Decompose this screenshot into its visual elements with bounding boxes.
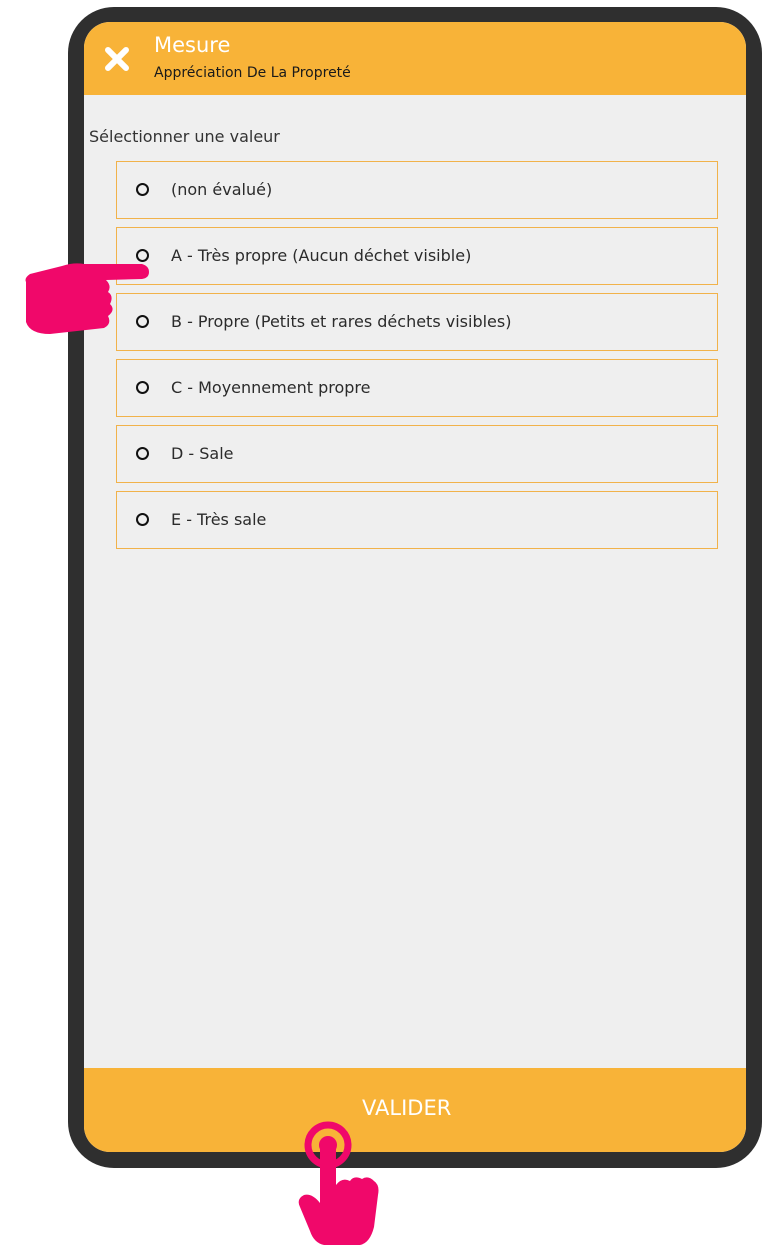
option-label: C - Moyennement propre — [171, 378, 371, 397]
device-frame: Mesure Appréciation De La Propreté Sélec… — [68, 7, 762, 1168]
tap-hand-icon — [298, 1121, 379, 1245]
option-label: A - Très propre (Aucun déchet visible) — [171, 246, 472, 265]
close-icon[interactable] — [102, 44, 132, 74]
option-label: B - Propre (Petits et rares déchets visi… — [171, 312, 512, 331]
option-label: (non évalué) — [171, 180, 273, 199]
option-b-clean[interactable]: B - Propre (Petits et rares déchets visi… — [116, 293, 718, 351]
option-label: D - Sale — [171, 444, 234, 463]
radio-icon[interactable] — [136, 447, 149, 460]
option-d-dirty[interactable]: D - Sale — [116, 425, 718, 483]
option-c-fairly-clean[interactable]: C - Moyennement propre — [116, 359, 718, 417]
modal-header: Mesure Appréciation De La Propreté — [84, 22, 746, 95]
option-not-evaluated[interactable]: (non évalué) — [116, 161, 718, 219]
option-list: (non évalué) A - Très propre (Aucun déch… — [116, 161, 718, 557]
radio-icon[interactable] — [136, 381, 149, 394]
app-screen: Mesure Appréciation De La Propreté Sélec… — [84, 22, 746, 1152]
radio-icon[interactable] — [136, 183, 149, 196]
validate-button[interactable]: VALIDER — [84, 1068, 746, 1152]
select-value-prompt: Sélectionner une valeur — [89, 127, 280, 146]
header-subtitle: Appréciation De La Propreté — [154, 65, 351, 81]
option-label: E - Très sale — [171, 510, 267, 529]
option-a-very-clean[interactable]: A - Très propre (Aucun déchet visible) — [116, 227, 718, 285]
radio-icon[interactable] — [136, 513, 149, 526]
pointing-hand-icon — [25, 263, 149, 334]
option-e-very-dirty[interactable]: E - Très sale — [116, 491, 718, 549]
header-title: Mesure — [154, 33, 231, 57]
